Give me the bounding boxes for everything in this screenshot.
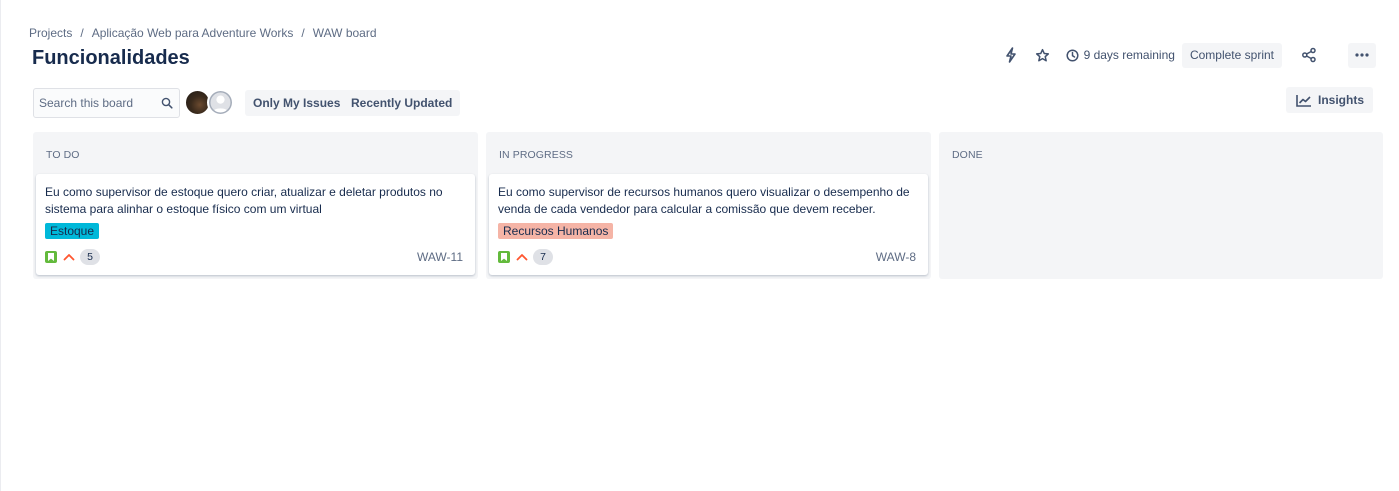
star-icon[interactable] [1030,42,1056,68]
page-title: Funcionalidades [32,47,190,69]
search-input[interactable] [39,96,151,110]
issue-key[interactable]: WAW-8 [876,250,916,264]
board-page: Projects / Aplicação Web para Adventure … [0,0,1399,491]
insights-label: Insights [1317,93,1364,107]
only-my-issues-button[interactable]: Only My Issues [245,90,349,116]
breadcrumb-separator: / [80,26,84,40]
column-in-progress: IN PROGRESS Eu como supervisor de recurs… [486,132,931,279]
card-summary: Eu como supervisor de estoque quero cria… [45,185,443,216]
clock-icon [1066,48,1079,62]
priority-high-icon [63,253,75,261]
priority-high-icon [516,253,528,261]
column-title: TO DO [46,149,80,161]
breadcrumb-board[interactable]: WAW board [313,26,377,40]
card-footer: 5 WAW-11 [45,248,463,266]
automation-icon[interactable] [998,42,1024,68]
story-points-badge: 5 [80,249,100,265]
column-done: DONE [939,132,1383,279]
breadcrumb-projects[interactable]: Projects [29,26,72,40]
column-title: IN PROGRESS [499,149,574,161]
search-box [33,88,180,118]
user-icon [209,91,232,114]
story-points-badge: 7 [533,249,553,265]
column-todo: TO DO Eu como supervisor de estoque quer… [33,132,478,279]
card-summary: Eu como supervisor de recursos humanos q… [498,185,910,216]
issue-card[interactable]: Eu como supervisor de recursos humanos q… [489,174,928,275]
breadcrumb: Projects / Aplicação Web para Adventure … [29,26,377,40]
card-label: Estoque [45,223,100,239]
complete-sprint-button[interactable]: Complete sprint [1181,42,1282,68]
chart-icon [1296,94,1311,107]
avatar-group [184,89,234,116]
story-icon [45,251,57,263]
insights-button[interactable]: Insights [1285,87,1373,113]
column-title: DONE [952,149,983,161]
card-label: Recursos Humanos [498,223,614,239]
header-tools: 9 days remaining Complete sprint [992,42,1376,68]
card-footer: 7 WAW-8 [498,248,916,266]
breadcrumb-project[interactable]: Aplicação Web para Adventure Works [92,26,294,40]
breadcrumb-separator: / [301,26,305,40]
issue-card[interactable]: Eu como supervisor de estoque quero cria… [36,174,475,275]
search-icon[interactable] [161,97,173,109]
share-icon[interactable] [1296,42,1322,68]
story-icon [498,251,510,263]
remaining-text: 9 days remaining [1083,48,1175,62]
sprint-remaining: 9 days remaining [1066,48,1175,62]
recently-updated-button[interactable]: Recently Updated [343,90,461,116]
more-icon[interactable] [1348,42,1376,68]
avatar[interactable] [207,89,234,116]
issue-key[interactable]: WAW-11 [417,250,463,264]
